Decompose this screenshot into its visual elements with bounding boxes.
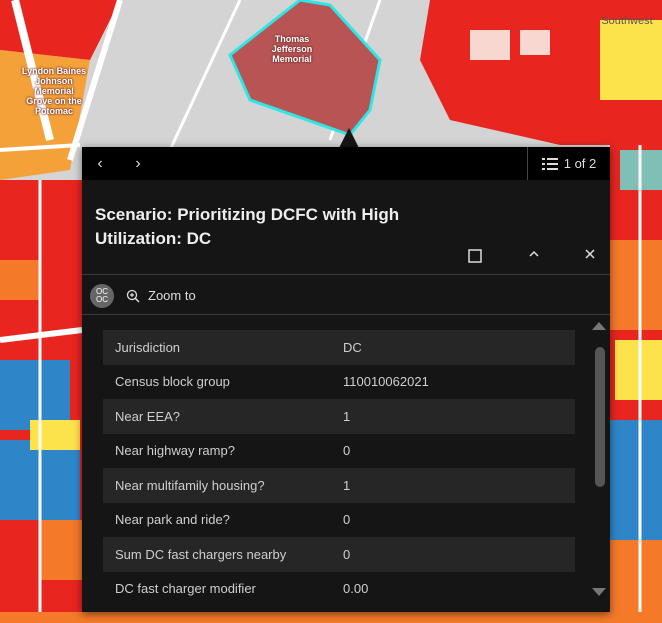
table-row: Near EEA? 1 — [103, 399, 575, 434]
table-row: Sum DC fast chargers nearby 0 — [103, 537, 575, 572]
zoom-in-icon — [126, 289, 140, 303]
list-icon — [541, 157, 558, 170]
feature-avatar: OC OC — [90, 283, 114, 308]
field-value: 1 — [343, 399, 575, 434]
dock-button[interactable] — [467, 249, 483, 265]
table-row: Near multifamily housing? 1 — [103, 468, 575, 503]
scrollbar-thumb[interactable] — [595, 347, 605, 487]
field-name: Near EEA? — [103, 399, 343, 434]
field-value: 0 — [343, 443, 351, 459]
avatar-text: OC OC — [96, 286, 108, 304]
close-button[interactable] — [582, 247, 598, 267]
scroll-up-arrow-icon[interactable] — [592, 322, 606, 330]
attribute-table: Jurisdiction DC Census block group 1100100… — [103, 330, 575, 606]
field-name: Census block group — [115, 374, 230, 390]
scroll-down-arrow-icon[interactable] — [592, 588, 606, 596]
field-value: 110010062021 — [343, 374, 429, 390]
popup-title: Scenario: Prioritizing DCFC with High Ut… — [95, 205, 400, 248]
header-divider — [82, 274, 610, 275]
field-name: Near multifamily housing? — [103, 468, 343, 503]
field-name: Sum DC fast chargers nearby — [103, 537, 343, 572]
table-row: Near park and ride? 0 — [103, 503, 575, 538]
field-name: Near park and ride? — [115, 512, 230, 528]
next-feature-button[interactable]: › — [126, 147, 150, 180]
southwest-label: Southwest — [601, 15, 653, 27]
chevron-up-icon — [529, 250, 539, 257]
field-value: 0 — [343, 537, 575, 572]
table-row: DC fast charger modifier 0.00 — [103, 572, 575, 607]
field-name: Jurisdiction — [103, 330, 343, 365]
memorial-label: Thomas Jefferson Memorial — [271, 34, 313, 64]
feature-popup: ‹ › 1 of 2 Scenario: Prioritizing DCFC w… — [82, 147, 610, 612]
popup-action-bar: OC OC Zoom to — [82, 278, 610, 313]
field-name: DC fast charger modifier — [115, 581, 256, 597]
lbj-memorial-label: Lyndon Baines Johnson Memorial Grove on … — [21, 66, 87, 116]
zoom-to-label: Zoom to — [148, 288, 196, 303]
close-icon — [585, 249, 595, 259]
field-value: 1 — [343, 468, 575, 503]
field-value: 0.00 — [343, 581, 369, 597]
field-value: DC — [343, 330, 575, 365]
scrollbar[interactable] — [592, 317, 606, 600]
dock-icon — [468, 249, 482, 263]
field-value: 0 — [343, 512, 351, 528]
feature-pager[interactable]: 1 of 2 — [527, 147, 610, 180]
table-row: Jurisdiction DC — [103, 330, 575, 365]
collapse-button[interactable] — [526, 247, 542, 267]
previous-feature-button[interactable]: ‹ — [88, 147, 112, 180]
zoom-to-button[interactable]: Zoom to — [126, 288, 196, 303]
table-row: Near highway ramp? 0 — [103, 434, 575, 469]
action-divider — [82, 314, 610, 315]
popup-pointer — [339, 128, 359, 148]
pager-text: 1 of 2 — [563, 156, 597, 171]
table-row: Census block group 110010062021 — [103, 365, 575, 400]
popup-nav-bar: ‹ › 1 of 2 — [82, 147, 610, 180]
field-name: Near highway ramp? — [115, 443, 235, 459]
